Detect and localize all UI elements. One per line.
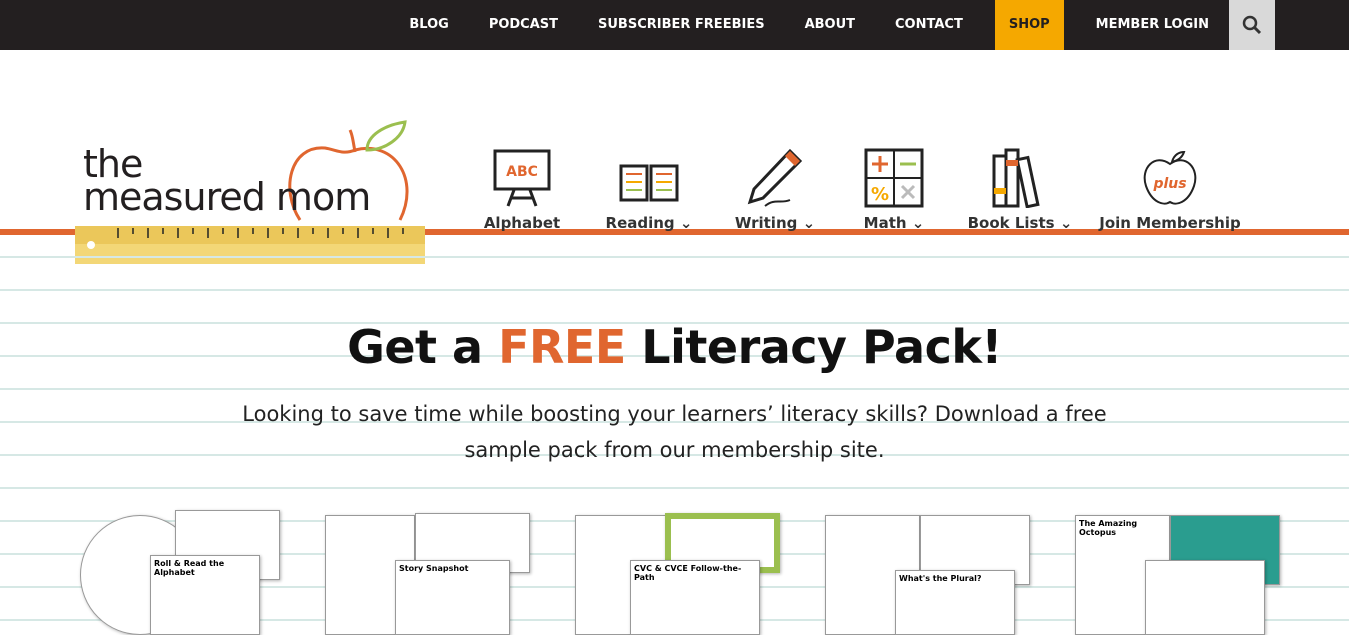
nav-contact[interactable]: CONTACT	[875, 0, 983, 50]
nav-about[interactable]: ABOUT	[785, 0, 875, 50]
product-caption: Story Snapshot	[395, 560, 510, 635]
chevron-down-icon: ⌄	[679, 214, 693, 232]
chevron-down-icon: ⌄	[1059, 214, 1073, 232]
pencil-icon	[747, 148, 803, 207]
nav-label-text: Math	[863, 214, 907, 232]
hero-title: Get a FREE Literacy Pack!	[0, 320, 1349, 374]
nav-book-lists[interactable]: Book Lists ⌄	[950, 148, 1090, 232]
logo-line-2: measured mom	[83, 175, 371, 219]
hero-section: Get a FREE Literacy Pack! Looking to sav…	[0, 320, 1349, 468]
title-post: Literacy Pack!	[625, 320, 1002, 374]
apple-plus-icon: plus	[1143, 150, 1197, 205]
product-caption: CVC & CVCE Follow-the-Path	[630, 560, 760, 635]
chevron-down-icon: ⌄	[802, 214, 816, 232]
product-preview-alphabet[interactable]: Roll & Read the Alphabet	[75, 505, 285, 635]
main-navigation: ABC Alphabet Reading ⌄ Writing ⌄ % Math …	[470, 148, 1250, 232]
nav-podcast[interactable]: PODCAST	[469, 0, 578, 50]
product-preview-plural[interactable]: What's the Plural?	[825, 505, 1035, 635]
svg-text:plus: plus	[1152, 176, 1186, 192]
product-caption: What's the Plural?	[895, 570, 1015, 635]
chevron-down-icon: ⌄	[911, 214, 925, 232]
nav-writing[interactable]: Writing ⌄	[712, 148, 838, 232]
site-header: the measured mom ABC Alphabet Reading ⌄ …	[0, 50, 1349, 264]
product-preview-story[interactable]: Story Snapshot	[325, 505, 535, 635]
product-caption: Roll & Read the Alphabet	[150, 555, 260, 635]
search-icon	[1242, 15, 1262, 35]
title-pre: Get a	[347, 320, 499, 374]
nav-alphabet[interactable]: ABC Alphabet	[470, 148, 574, 232]
top-navigation: BLOG PODCAST SUBSCRIBER FREEBIES ABOUT C…	[0, 0, 1349, 50]
svg-text:%: %	[871, 184, 889, 205]
chalkboard-abc-icon: ABC	[493, 149, 551, 207]
hero-description: Looking to save time while boosting your…	[242, 402, 1107, 462]
nav-member-login[interactable]: MEMBER LOGIN	[1076, 0, 1229, 50]
nav-label: Math ⌄	[864, 214, 925, 232]
nav-shop[interactable]: SHOP	[994, 0, 1064, 50]
nav-reading[interactable]: Reading ⌄	[586, 148, 712, 232]
nav-label: Join Membership	[1099, 214, 1241, 232]
product-preview-octopus[interactable]: The Amazing Octopus	[1075, 505, 1285, 635]
open-book-icon	[619, 164, 679, 202]
product-preview-cvc[interactable]: CVC & CVCE Follow-the-Path	[575, 505, 785, 635]
math-symbols-icon: %	[864, 148, 924, 208]
nav-blog[interactable]: BLOG	[389, 0, 468, 50]
nav-join-membership[interactable]: plus Join Membership	[1090, 148, 1250, 232]
title-accent: FREE	[498, 320, 626, 374]
nav-label: Reading ⌄	[606, 214, 693, 232]
search-button[interactable]	[1229, 0, 1275, 50]
nav-label-text: Writing	[734, 214, 798, 232]
nav-label: Alphabet	[483, 214, 561, 232]
nav-label-text: Book Lists	[967, 214, 1055, 232]
nav-label: Writing ⌄	[735, 214, 815, 232]
books-icon	[992, 148, 1040, 208]
svg-text:ABC: ABC	[506, 164, 538, 180]
nav-subscriber-freebies[interactable]: SUBSCRIBER FREEBIES	[578, 0, 785, 50]
product-previews: Roll & Read the Alphabet Story Snapshot …	[75, 505, 1285, 635]
nav-math[interactable]: % Math ⌄	[838, 148, 950, 232]
nav-label-text: Reading	[605, 214, 675, 232]
nav-label: Book Lists ⌄	[968, 214, 1073, 232]
